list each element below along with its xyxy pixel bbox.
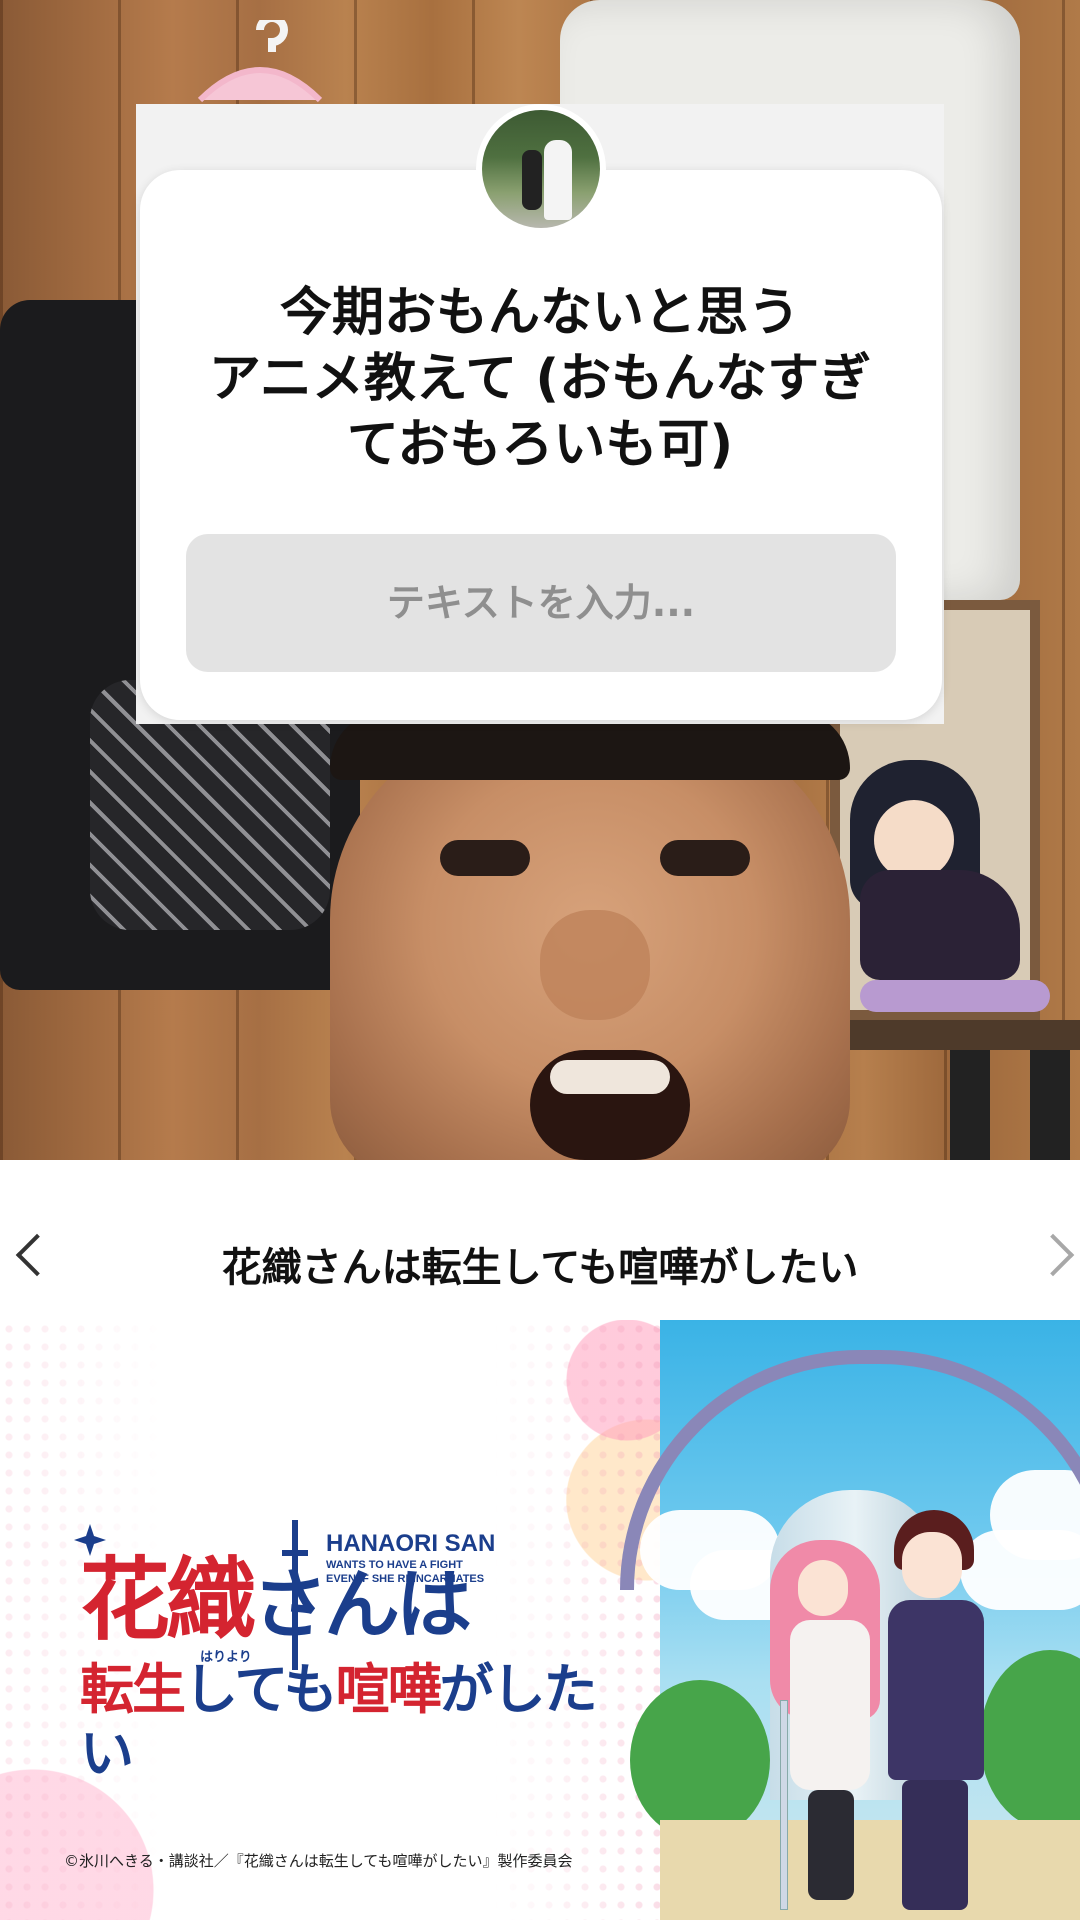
shelf-leg (1030, 1050, 1070, 1160)
anime-figure (840, 760, 1050, 1012)
character-hanaori (770, 1540, 880, 1910)
anime-title: 花織さんは転生しても喧嘩がしたい (221, 1245, 859, 1291)
avatar (476, 104, 606, 234)
speaker-face (330, 710, 850, 1160)
shelf-leg (950, 1050, 990, 1160)
sword-icon (282, 1520, 308, 1670)
key-visual-illustration (620, 1320, 1080, 1920)
anime-logo: 花織さんは はりより 転生しても喧嘩がしたい HANAORI SAN WANTS… (60, 1510, 600, 1785)
logo-english-title: HANAORI SAN WANTS TO HAVE A FIGHT EVEN I… (326, 1530, 496, 1585)
key-visual-logo-panel: 花織さんは はりより 転生しても喧嘩がしたい HANAORI SAN WANTS… (0, 1320, 660, 1920)
hanger-icon (197, 20, 323, 103)
answer-input[interactable]: テキストを入力... (186, 534, 896, 672)
logo-title-line2: 転生しても喧嘩がしたい (80, 1658, 598, 1785)
avatar-photo (482, 110, 600, 228)
copyright-notice: ©氷川へきる・講談社／『花織さんは転生しても喧嘩がしたい』製作委員会 (64, 1852, 573, 1870)
anime-key-visual: 花織さんは はりより 転生しても喧嘩がしたい HANAORI SAN WANTS… (0, 1320, 1080, 1920)
character-boy (880, 1510, 990, 1910)
question-text: 今期おもんないと思う アニメ教えて (おもんなすぎ ておもろいも可) (208, 283, 872, 475)
